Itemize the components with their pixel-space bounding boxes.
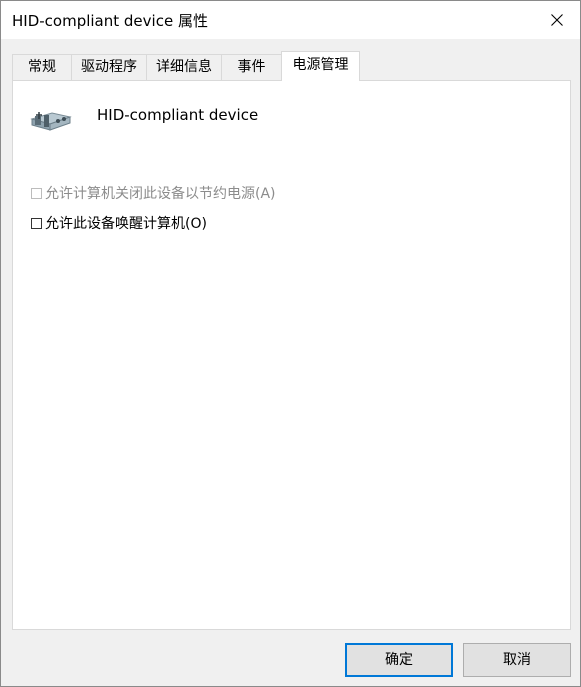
allow-power-off-label: 允许计算机关闭此设备以节约电源(A) xyxy=(45,186,276,202)
tab-details[interactable]: 详细信息 xyxy=(146,54,222,80)
cancel-button[interactable]: 取消 xyxy=(463,643,571,677)
close-icon xyxy=(551,14,563,26)
ok-button[interactable]: 确定 xyxy=(345,643,453,677)
allow-power-off-checkbox[interactable]: 允许计算机关闭此设备以节约电源(A) xyxy=(31,183,276,203)
allow-wake-label: 允许此设备唤醒计算机(O) xyxy=(45,216,207,232)
close-button[interactable] xyxy=(534,1,580,39)
checkbox-box[interactable] xyxy=(31,218,42,229)
device-name: HID-compliant device xyxy=(97,106,259,124)
hid-device-icon xyxy=(30,107,72,139)
title-bar: HID-compliant device 属性 xyxy=(1,1,580,39)
tab-power-management[interactable]: 电源管理 xyxy=(281,51,360,81)
tab-panel-power-management: HID-compliant device 允许计算机关闭此设备以节约电源(A) … xyxy=(12,80,571,630)
tab-driver[interactable]: 驱动程序 xyxy=(71,54,147,80)
properties-dialog: HID-compliant device 属性 常规 驱动程序 详细信息 事件 … xyxy=(0,0,581,687)
tab-events[interactable]: 事件 xyxy=(221,54,282,80)
allow-wake-checkbox[interactable]: 允许此设备唤醒计算机(O) xyxy=(31,213,207,233)
checkbox-box[interactable] xyxy=(31,188,42,199)
window-title: HID-compliant device 属性 xyxy=(12,12,208,30)
tab-general[interactable]: 常规 xyxy=(12,54,72,80)
